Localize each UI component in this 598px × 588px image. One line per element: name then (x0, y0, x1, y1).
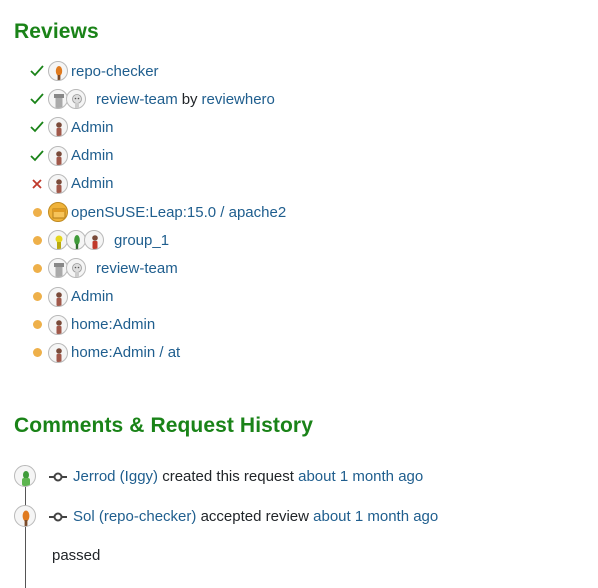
pending-dot-icon (28, 288, 46, 306)
avatar-icon (48, 342, 68, 363)
avatars (48, 89, 86, 110)
avatars (48, 258, 86, 279)
avatars (48, 173, 68, 194)
review-item-repo-checker: repo-checker (28, 57, 588, 85)
avatar-icon (14, 465, 36, 487)
avatar-icon (48, 314, 68, 335)
avatar-icon (84, 230, 104, 251)
avatars (48, 202, 68, 223)
event-time-link[interactable]: about 1 month ago (298, 468, 423, 485)
avatars (48, 61, 68, 82)
review-item-project: home:Admin (28, 311, 588, 339)
review-link[interactable]: home:Admin (71, 316, 155, 333)
event-time-link[interactable]: about 1 month ago (313, 508, 438, 525)
review-item-admin: Admin (28, 170, 588, 198)
avatar-icon (48, 173, 68, 194)
check-icon (28, 147, 46, 165)
avatar-icon (48, 230, 68, 251)
pending-dot-icon (28, 344, 46, 362)
review-item-admin: Admin (28, 113, 588, 141)
pending-dot-icon (28, 316, 46, 334)
review-link[interactable]: openSUSE:Leap:15.0 / apache2 (71, 204, 286, 221)
avatar-icon (48, 286, 68, 307)
review-link[interactable]: group_1 (114, 232, 169, 249)
commit-icon (48, 510, 68, 522)
user-link[interactable]: Jerrod (Iggy) (73, 468, 158, 485)
review-item-review-team: review-team (28, 254, 588, 282)
history-event: Jerrod (Iggy) created this request about… (14, 465, 423, 487)
history-event: Sol (repo-checker) accepted review about… (14, 505, 438, 527)
avatars (48, 314, 68, 335)
avatars (48, 286, 68, 307)
package-icon (48, 202, 68, 223)
reviewer-link[interactable]: reviewhero (202, 91, 275, 108)
comment-body: passed (52, 547, 101, 564)
event-action: accepted review (200, 507, 309, 525)
review-link[interactable]: Admin (71, 119, 114, 136)
avatar-icon (48, 145, 68, 166)
avatars (48, 145, 68, 166)
pending-dot-icon (28, 203, 46, 221)
review-link[interactable]: review-team (96, 91, 178, 108)
event-action: created this request (162, 467, 294, 485)
review-item-admin: Admin (28, 283, 588, 311)
avatar-icon (48, 61, 68, 82)
close-icon (28, 175, 46, 193)
check-icon (28, 90, 46, 108)
review-item-admin: Admin (28, 142, 588, 170)
review-list: repo-checker review-team by reviewhero A… (28, 57, 588, 367)
avatar-icon (14, 505, 36, 527)
avatars (48, 230, 104, 251)
avatar-icon (66, 230, 86, 251)
avatars (48, 342, 68, 363)
review-link[interactable]: repo-checker (71, 63, 159, 80)
review-link[interactable]: home:Admin / at (71, 344, 180, 361)
avatar-icon (66, 89, 86, 110)
avatars (48, 117, 68, 138)
by-label: by (181, 90, 198, 108)
review-link[interactable]: Admin (71, 288, 114, 305)
review-link[interactable]: Admin (71, 147, 114, 164)
check-icon (28, 62, 46, 80)
avatar-icon (48, 258, 68, 279)
review-item-package: home:Admin / at (28, 339, 588, 367)
avatar-icon (66, 258, 86, 279)
avatar-icon (48, 117, 68, 138)
pending-dot-icon (28, 259, 46, 277)
review-item-package: openSUSE:Leap:15.0 / apache2 (28, 198, 588, 226)
reviews-heading: Reviews (14, 20, 99, 43)
timeline-line (25, 478, 26, 588)
pending-dot-icon (28, 231, 46, 249)
user-link[interactable]: Sol (repo-checker) (73, 508, 196, 525)
commit-icon (48, 470, 68, 482)
check-icon (28, 118, 46, 136)
review-item-review-team: review-team by reviewhero (28, 85, 588, 113)
history-heading: Comments & Request History (14, 414, 313, 437)
review-item-group: group_1 (28, 226, 588, 254)
avatar-icon (48, 89, 68, 110)
review-link[interactable]: Admin (71, 175, 114, 192)
review-link[interactable]: review-team (96, 260, 178, 277)
